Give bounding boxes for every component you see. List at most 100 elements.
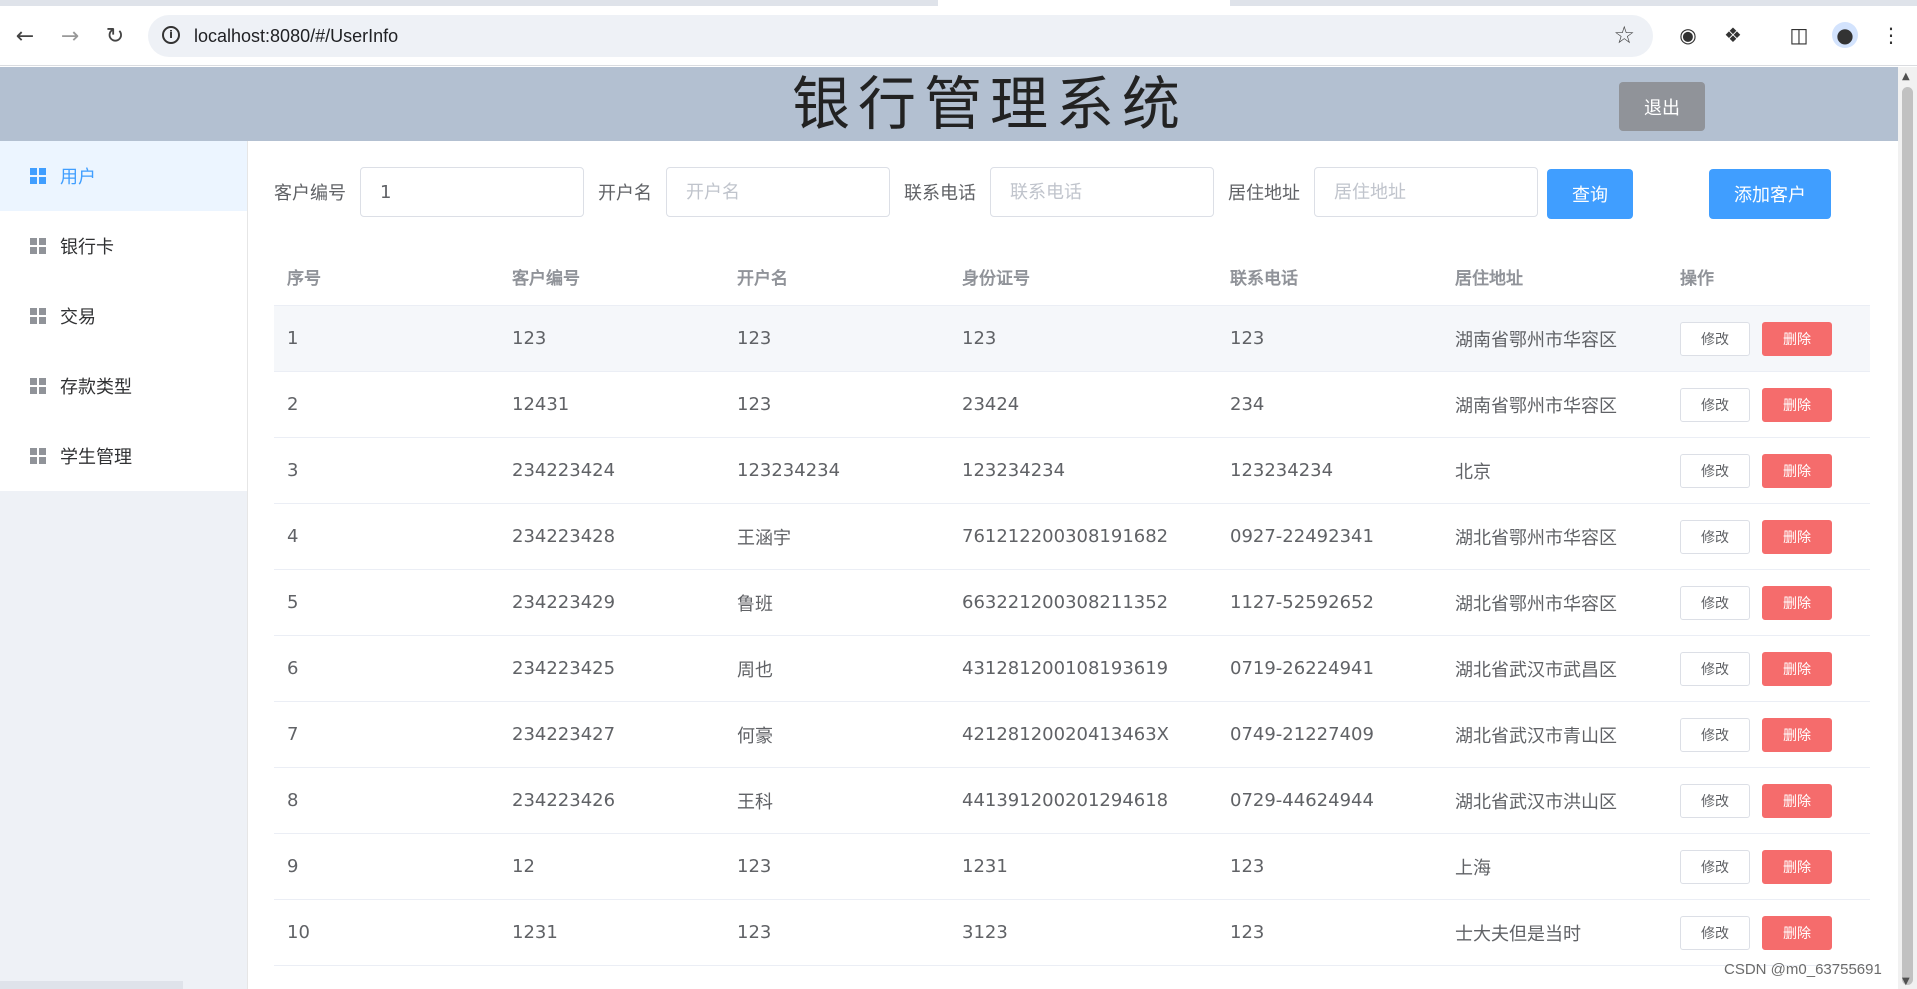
table-cell: 湖北省鄂州市华容区 xyxy=(1455,593,1617,615)
column-header: 操作 xyxy=(1680,268,1714,289)
table-cell: 441391200201294618 xyxy=(962,790,1169,811)
table-cell: 123 xyxy=(737,394,772,415)
grid-menu-icon xyxy=(30,378,46,394)
sidebar-item-label: 存款类型 xyxy=(60,377,132,398)
column-header: 身份证号 xyxy=(962,268,1030,289)
edit-button[interactable]: 修改 xyxy=(1680,453,1750,488)
table-cell: 湖南省鄂州市华容区 xyxy=(1455,395,1617,417)
delete-button[interactable]: 删除 xyxy=(1762,717,1832,752)
logout-button[interactable]: 退出 xyxy=(1619,82,1705,131)
edit-button[interactable]: 修改 xyxy=(1680,519,1750,554)
delete-button[interactable]: 删除 xyxy=(1762,453,1832,488)
table-row: 6 234223425 周也 431281200108193619 0719-26224… xyxy=(274,636,1870,702)
table-cell: 0749-21227409 xyxy=(1230,724,1374,745)
address-bar[interactable]: i localhost:8080/#/UserInfo ☆ xyxy=(148,15,1653,57)
address-input[interactable] xyxy=(1314,167,1538,217)
table-cell: 23424 xyxy=(962,394,1020,415)
delete-button[interactable]: 删除 xyxy=(1762,519,1832,554)
table-cell: 234 xyxy=(1230,394,1265,415)
customer-no-input[interactable] xyxy=(360,167,584,217)
edit-button[interactable]: 修改 xyxy=(1680,651,1750,686)
url-text[interactable]: localhost:8080/#/UserInfo xyxy=(194,26,398,47)
reload-icon[interactable]: ↻ xyxy=(99,20,131,52)
puzzle-icon[interactable]: ❖ xyxy=(1720,22,1746,48)
row-actions: 修改 删除 xyxy=(1667,321,1870,356)
delete-button[interactable]: 删除 xyxy=(1762,387,1832,422)
query-button[interactable]: 查询 xyxy=(1547,169,1633,219)
more-icon[interactable]: ⋮ xyxy=(1878,22,1904,48)
delete-button[interactable]: 删除 xyxy=(1762,783,1832,818)
scroll-down-icon[interactable]: ▼ xyxy=(1902,976,1910,987)
table-cell: 761212200308191682 xyxy=(962,526,1169,547)
side-panel-icon[interactable]: ◫ xyxy=(1786,22,1812,48)
browser-toolbar: ← → ↻ i localhost:8080/#/UserInfo ☆ ◉ ❖ … xyxy=(0,0,1917,66)
table-cell: 3123 xyxy=(962,922,1008,943)
tab-strip xyxy=(0,0,1917,6)
table-header: 序号 客户编号 开户名 身份证号 联系电话 居住地址 操作 xyxy=(274,247,1870,306)
column-header: 居住地址 xyxy=(1455,268,1523,289)
table-cell: 9 xyxy=(287,856,299,877)
table-cell: 北京 xyxy=(1455,461,1491,483)
grid-menu-icon xyxy=(30,308,46,324)
table-cell: 123 xyxy=(1230,856,1265,877)
scrollbar-thumb[interactable] xyxy=(1902,87,1913,985)
delete-button[interactable]: 删除 xyxy=(1762,849,1832,884)
page-scrollbar[interactable]: ▲ ▼ xyxy=(1898,67,1917,989)
table-cell: 6 xyxy=(287,658,299,679)
delete-button[interactable]: 删除 xyxy=(1762,651,1832,686)
edit-button[interactable]: 修改 xyxy=(1680,915,1750,950)
active-tab[interactable] xyxy=(938,0,1230,6)
sidebar-item-student-management[interactable]: 学生管理 xyxy=(0,421,247,491)
add-customer-button[interactable]: 添加客户 xyxy=(1709,169,1831,219)
table-cell: 234223424 xyxy=(512,460,616,481)
extension-icon[interactable]: ◉ xyxy=(1675,22,1701,48)
sidebar-item-users[interactable]: 用户 xyxy=(0,141,247,211)
sidebar: 用户 银行卡 交易 存款类型 学生管理 xyxy=(0,141,248,989)
phone-label: 联系电话 xyxy=(904,183,976,204)
table-cell: 123 xyxy=(1230,922,1265,943)
sidebar-item-deposit-types[interactable]: 存款类型 xyxy=(0,351,247,421)
row-actions: 修改 删除 xyxy=(1667,915,1870,950)
delete-button[interactable]: 删除 xyxy=(1762,915,1832,950)
edit-button[interactable]: 修改 xyxy=(1680,321,1750,356)
sidebar-item-transactions[interactable]: 交易 xyxy=(0,281,247,351)
table-cell: 4 xyxy=(287,526,299,547)
table-cell: 2 xyxy=(287,394,299,415)
table-cell: 0729-44624944 xyxy=(1230,790,1374,811)
edit-button[interactable]: 修改 xyxy=(1680,585,1750,620)
watermark: CSDN @m0_63755691 xyxy=(1724,961,1882,978)
profile-icon[interactable]: ● xyxy=(1832,22,1858,48)
table-row: 5 234223429 鲁班 663221200308211352 1127-52592… xyxy=(274,570,1870,636)
row-actions: 修改 删除 xyxy=(1667,519,1870,554)
edit-button[interactable]: 修改 xyxy=(1680,849,1750,884)
table-cell: 123 xyxy=(512,328,547,349)
row-actions: 修改 删除 xyxy=(1667,717,1870,752)
account-name-input[interactable] xyxy=(666,167,890,217)
row-actions: 修改 删除 xyxy=(1667,783,1870,818)
site-info-icon[interactable]: i xyxy=(162,26,180,44)
forward-icon[interactable]: → xyxy=(54,20,86,52)
sidebar-item-bank-cards[interactable]: 银行卡 xyxy=(0,211,247,281)
address-label: 居住地址 xyxy=(1228,183,1300,204)
back-icon[interactable]: ← xyxy=(9,20,41,52)
scroll-up-icon[interactable]: ▲ xyxy=(1902,71,1910,82)
phone-input[interactable] xyxy=(990,167,1214,217)
column-header: 联系电话 xyxy=(1230,268,1298,289)
main-content: 客户编号 开户名 联系电话 居住地址 查询 添加客户 序号 客户编号 开户名 身… xyxy=(248,141,1898,989)
edit-button[interactable]: 修改 xyxy=(1680,783,1750,818)
delete-button[interactable]: 删除 xyxy=(1762,585,1832,620)
sidebar-item-label: 银行卡 xyxy=(60,237,114,258)
table-row: 2 12431 123 23424 234 湖南省鄂州市华容区 修改 删除 xyxy=(274,372,1870,438)
column-header: 开户名 xyxy=(737,268,788,289)
table-cell: 7 xyxy=(287,724,299,745)
delete-button[interactable]: 删除 xyxy=(1762,321,1832,356)
bookmark-star-icon[interactable]: ☆ xyxy=(1613,21,1635,49)
table-cell: 12 xyxy=(512,856,535,877)
edit-button[interactable]: 修改 xyxy=(1680,387,1750,422)
table-row: 8 234223426 王科 441391200201294618 0729-44624… xyxy=(274,768,1870,834)
taskbar-edge xyxy=(0,981,183,989)
edit-button[interactable]: 修改 xyxy=(1680,717,1750,752)
table-cell: 0927-22492341 xyxy=(1230,526,1374,547)
grid-menu-icon xyxy=(30,238,46,254)
table-cell: 1127-52592652 xyxy=(1230,592,1374,613)
